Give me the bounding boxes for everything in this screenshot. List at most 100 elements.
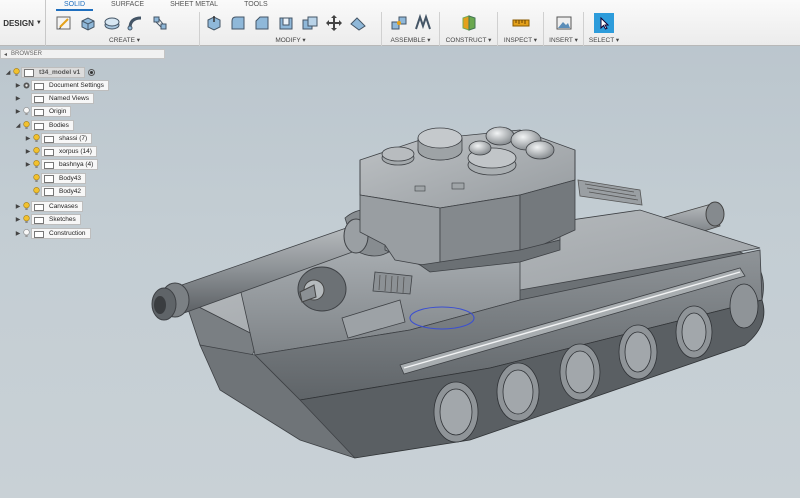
browser-header[interactable]: ◂ BROWSER [0,49,165,59]
3d-viewport[interactable] [0,47,800,498]
expand-right-icon[interactable]: ▶ [14,216,22,223]
root-label: t34_model v1 [39,69,81,76]
visibility-bulb-icon[interactable] [22,121,31,131]
chamfer-icon[interactable] [252,13,272,33]
sweep-icon[interactable] [126,13,146,33]
tree-named-views[interactable]: ▶ Named Views [14,93,94,104]
tree-label: Document Settings [49,82,104,89]
expand-right-icon[interactable]: ▶ [14,230,22,237]
tree-canvases[interactable]: ▶ Canvases [14,201,83,212]
folder-icon [34,216,44,224]
combine-icon[interactable] [300,13,320,33]
folder-icon [44,148,54,156]
select-label[interactable]: SELECT [589,37,614,44]
tree-body-shassi[interactable]: ▶ shassi (7) [24,133,93,144]
visibility-bulb-icon[interactable] [32,160,41,170]
ball-mount [297,266,347,312]
folder-icon [34,203,44,211]
sketch-icon[interactable] [54,13,74,33]
folder-icon [34,95,44,103]
visibility-bulb-icon[interactable] [32,134,41,144]
activate-radio-icon[interactable] [88,69,96,76]
tree-label: Origin [49,108,67,115]
expand-right-icon[interactable]: ▶ [24,161,32,168]
press-pull-icon[interactable] [204,13,224,33]
body-icon [44,187,54,196]
tab-sheet-metal[interactable]: SHEET METAL [162,0,226,11]
extrude-icon[interactable] [78,13,98,33]
tree-root[interactable]: ◢ t34_model v1 [4,67,96,78]
browser-title: BROWSER [11,51,43,57]
tree-sketches[interactable]: ▶ Sketches [14,214,81,225]
tank-model[interactable] [0,47,800,498]
tab-tools[interactable]: TOOLS [236,0,276,11]
gear-icon [22,81,31,91]
expand-right-icon[interactable]: ▶ [14,203,22,210]
tab-solid[interactable]: SOLID [56,0,94,11]
select-icon[interactable] [594,13,614,33]
expand-down-icon[interactable]: ◢ [4,69,12,76]
assemble-label[interactable]: ASSEMBLE [390,37,425,44]
expand-right-icon[interactable]: ▶ [24,135,32,142]
folder-icon [44,161,54,169]
fillet-icon[interactable] [228,13,248,33]
as-built-joint-icon[interactable] [413,13,433,33]
inspect-label[interactable]: INSPECT [504,37,532,44]
folder-icon [44,135,54,143]
tree-body43[interactable]: Body43 [32,173,87,184]
expand-right-icon[interactable]: ▶ [14,108,22,115]
offset-plane-icon[interactable] [459,13,479,33]
toolbar: DESIGN ▼ SOLID SURFACE SHEET METAL TOOLS… [0,0,800,46]
move-icon[interactable] [324,13,344,33]
visibility-bulb-icon[interactable] [22,229,31,239]
engine-deck-grille [577,179,643,206]
modify-group: MODIFY ▾ [200,12,382,46]
tree-label: Canvases [49,203,78,210]
tree-body-bashnya[interactable]: ▶ bashnya (4) [24,159,99,170]
visibility-bulb-icon[interactable] [22,215,31,225]
measure-icon[interactable] [511,13,531,33]
construct-label[interactable]: CONSTRUCT [446,37,487,44]
joint-icon[interactable] [389,13,409,33]
loft-icon[interactable] [150,13,170,33]
ribbon-tabs: SOLID SURFACE SHEET METAL TOOLS [56,0,280,11]
insert-label[interactable]: INSERT [549,37,573,44]
folder-icon [34,122,44,130]
tree-body-xorpus[interactable]: ▶ xorpus (14) [24,146,97,157]
tree-body42[interactable]: Body42 [32,186,87,197]
folder-icon [34,82,44,90]
visibility-bulb-icon[interactable] [22,107,31,117]
tree-origin[interactable]: ▶ Origin [14,106,72,117]
expand-right-icon[interactable]: ▶ [24,148,32,155]
tree-label: Body42 [59,188,82,195]
tree-label: xorpus (14) [59,148,92,155]
tree-label: Body43 [59,175,82,182]
expand-down-icon[interactable]: ◢ [14,122,22,129]
tree-construction[interactable]: ▶ Construction [14,228,91,239]
tree-document-settings[interactable]: ▶ Document Settings [14,80,109,91]
tree-bodies[interactable]: ◢ Bodies [14,120,74,131]
tree-label: Construction [49,230,86,237]
workspace-switcher[interactable]: DESIGN ▼ [0,0,46,46]
visibility-bulb-icon[interactable] [32,147,41,157]
visibility-bulb-icon[interactable] [12,68,21,78]
workspace-label: DESIGN [3,18,34,28]
collapse-icon[interactable]: ◂ [4,51,7,58]
align-icon[interactable] [348,13,368,33]
assemble-group: ASSEMBLE ▾ [382,12,440,46]
create-label[interactable]: CREATE [109,37,135,44]
revolve-icon[interactable] [102,13,122,33]
visibility-bulb-icon[interactable] [32,187,41,197]
expand-right-icon[interactable]: ▶ [14,82,22,89]
tree-label: shassi (7) [59,135,88,142]
shell-icon[interactable] [276,13,296,33]
document-icon [24,68,34,77]
visibility-bulb-icon[interactable] [22,202,31,212]
expand-right-icon[interactable]: ▶ [14,95,22,102]
visibility-bulb-icon[interactable] [32,174,41,184]
insert-image-icon[interactable] [554,13,574,33]
select-group: SELECT ▾ [584,12,624,46]
tab-surface[interactable]: SURFACE [103,0,152,11]
modify-label[interactable]: MODIFY [275,37,300,44]
